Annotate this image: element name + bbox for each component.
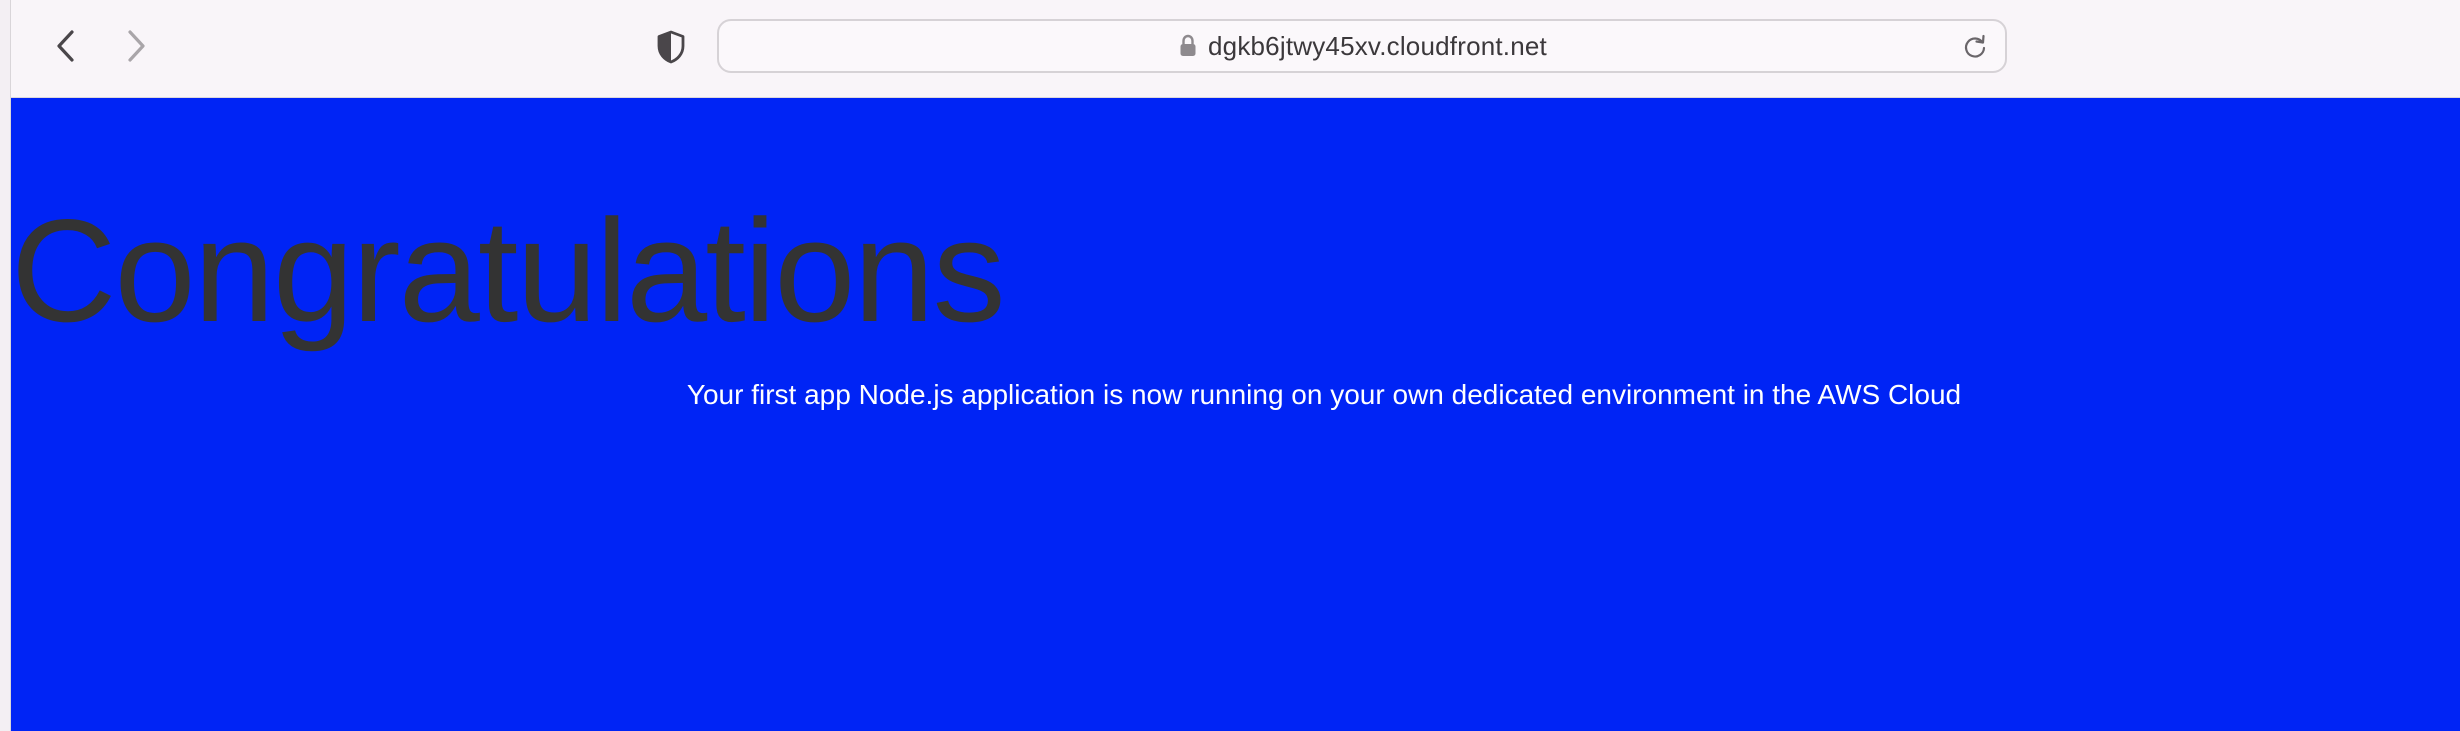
browser-toolbar: dgkb6jtwy45xv.cloudfront.net: [11, 0, 2460, 98]
page-viewport: Congratulations Your first app Node.js a…: [11, 98, 2460, 731]
page-headline: Congratulations: [11, 189, 1006, 352]
chevron-left-icon: [57, 30, 74, 62]
window-edge: [0, 0, 11, 731]
chevron-right-icon: [128, 30, 145, 62]
forward-button[interactable]: [112, 22, 160, 70]
browser-window: dgkb6jtwy45xv.cloudfront.net Congratulat…: [0, 0, 2460, 731]
shield-icon: [657, 30, 685, 64]
privacy-report-button[interactable]: [649, 25, 693, 69]
lock-icon: [1177, 33, 1199, 59]
reload-icon: [1964, 34, 1986, 58]
address-bar[interactable]: dgkb6jtwy45xv.cloudfront.net: [717, 19, 2007, 73]
url-text[interactable]: dgkb6jtwy45xv.cloudfront.net: [1208, 31, 1547, 62]
page-message: Your first app Node.js application is no…: [686, 379, 1962, 410]
back-button[interactable]: [42, 22, 90, 70]
reload-button[interactable]: [1961, 33, 1989, 61]
url-container: dgkb6jtwy45xv.cloudfront.net: [719, 21, 2005, 71]
